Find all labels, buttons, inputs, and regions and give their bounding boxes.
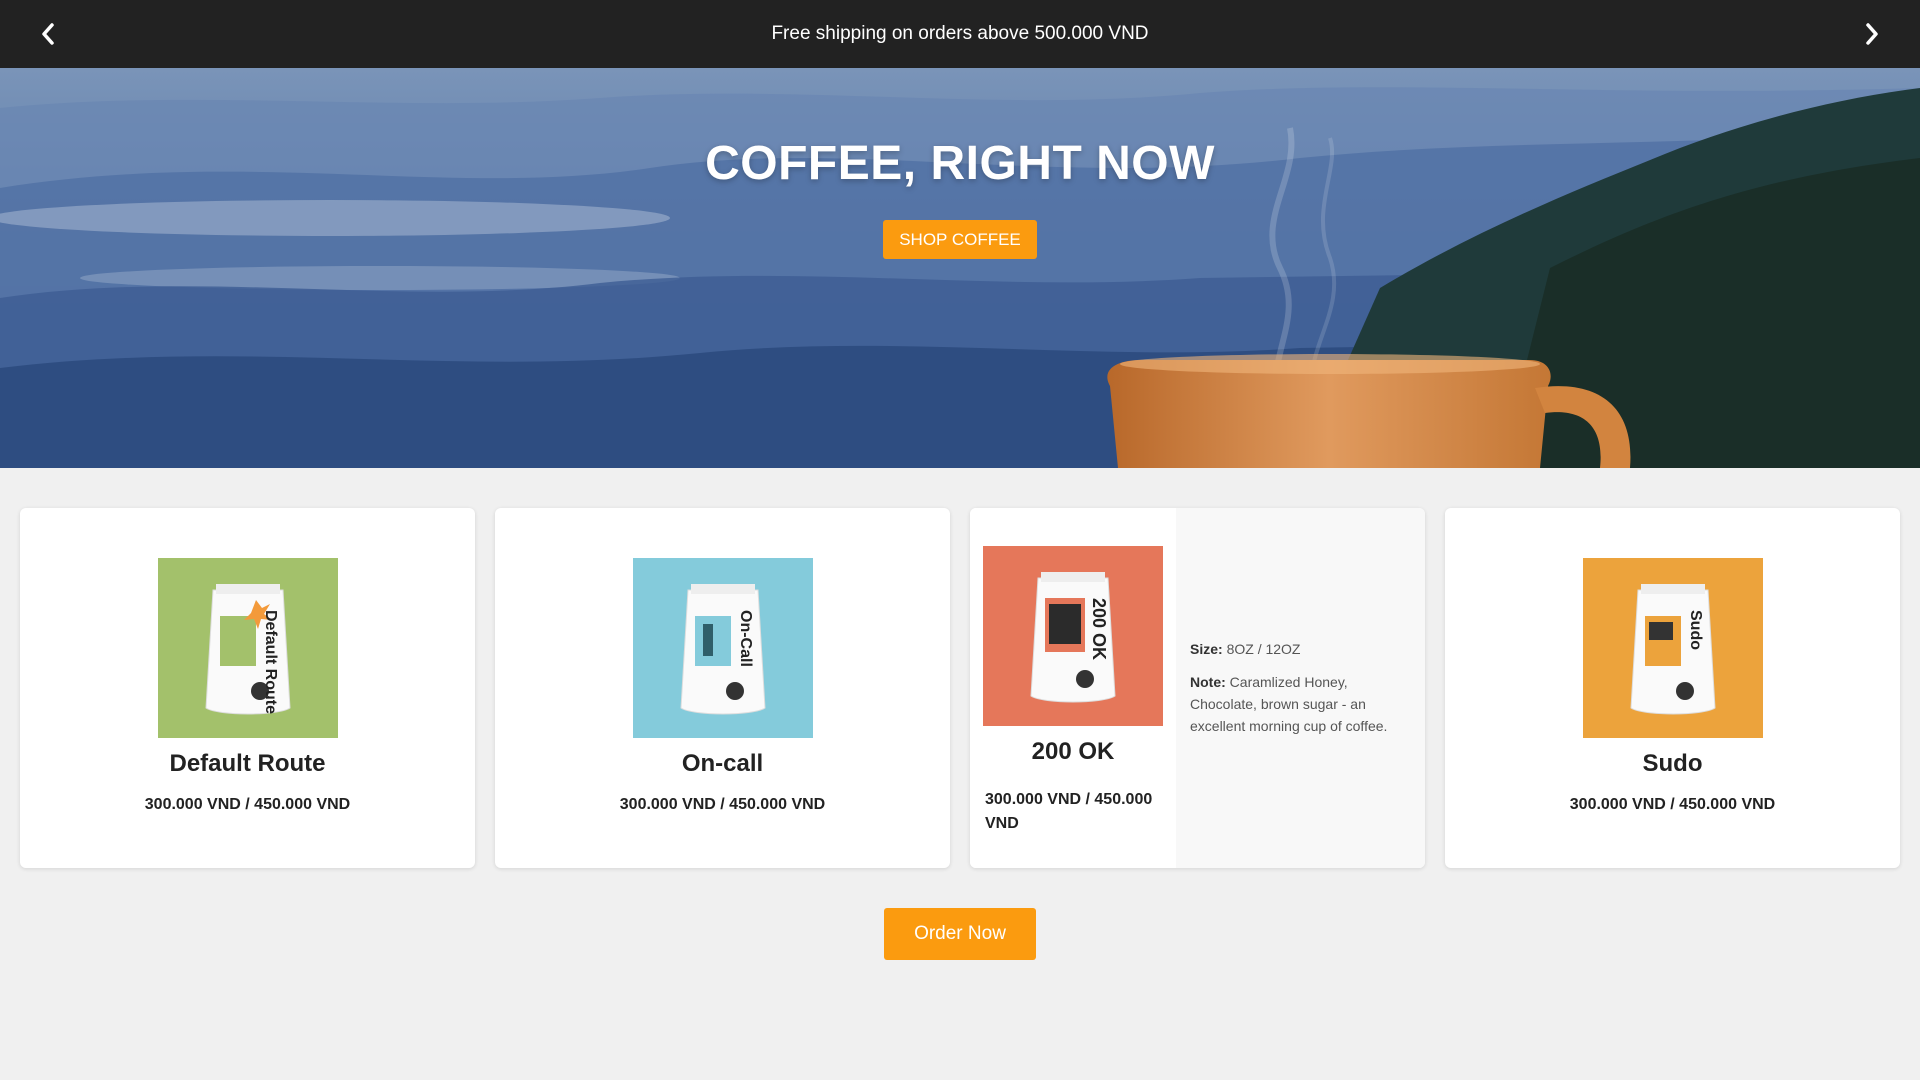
product-card-200-ok[interactable]: 200 OK 200 OK 300.000 VND / 450.000 VND … [970,508,1425,868]
product-price: 300.000 VND / 450.000 VND [144,796,351,813]
product-details-panel: Size: 8OZ / 12OZ Note: Caramlized Honey,… [1176,508,1425,868]
product-card-on-call[interactable]: On-Call On-call 300.000 VND / 450.000 VN… [495,508,950,868]
hero-title: COFFEE, RIGHT NOW [705,137,1215,190]
chevron-right-icon[interactable] [1852,14,1892,54]
announcement-bar: Free shipping on orders above 500.000 VN… [0,0,1920,68]
note-label: Note: [1190,674,1226,690]
product-name: 200 OK [1031,738,1115,765]
product-list: Default Route Default Route 300.000 VND … [20,508,1900,868]
product-card-default-route[interactable]: Default Route Default Route 300.000 VND … [20,508,475,868]
product-name: Default Route [169,750,326,777]
chevron-left-icon[interactable] [28,14,68,54]
announcement-message: Free shipping on orders above 500.000 VN… [771,23,1149,44]
product-image-sudo: Sudo [1583,558,1763,738]
product-price: 300.000 VND / 450.000 VND [619,796,826,813]
product-image-default-route: Default Route [158,558,338,738]
mountain-coffee-background-image [0,68,1920,468]
bag-label-sudo: Sudo [1687,610,1704,650]
bag-label-200-ok: 200 OK [1089,598,1109,660]
product-note: Note: Caramlized Honey, Chocolate, brown… [1190,671,1412,737]
product-image-on-call: On-Call [633,558,813,738]
product-name: Sudo [1642,750,1703,777]
hero-banner: COFFEE, RIGHT NOW SHOP COFFEE [0,68,1920,468]
product-image-200-ok: 200 OK [983,546,1163,726]
bag-label-on-call: On-Call [737,610,754,667]
product-name: On-call [681,750,764,777]
product-card-sudo[interactable]: Sudo Sudo 300.000 VND / 450.000 VND [1445,508,1900,868]
product-price: 300.000 VND / 450.000 VND [985,791,1153,832]
bag-label-default-route: Default Route [262,610,279,714]
size-label: Size: [1190,641,1223,657]
order-now-button[interactable]: Order Now [884,908,1036,960]
shop-coffee-button[interactable]: SHOP COFFEE [883,220,1037,259]
size-value: 8OZ / 12OZ [1222,641,1301,657]
product-summary: 200 OK 200 OK 300.000 VND / 450.000 VND [970,508,1176,868]
product-size: Size: 8OZ / 12OZ [1190,641,1301,657]
product-price: 300.000 VND / 450.000 VND [1569,796,1776,813]
